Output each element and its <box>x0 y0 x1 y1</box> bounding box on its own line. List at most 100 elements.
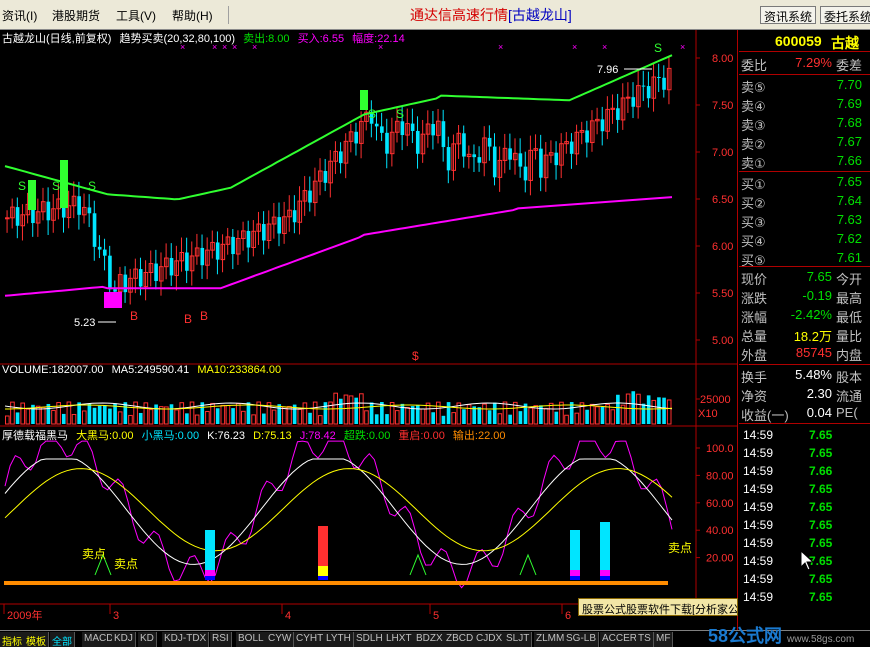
quote-divider <box>739 74 870 75</box>
tab-boll[interactable]: BOLL <box>236 632 267 647</box>
sell-signal: S <box>368 107 376 121</box>
quote-ratio-value: 7.29% <box>795 55 832 70</box>
tab-zlmm[interactable]: ZLMM <box>534 632 568 647</box>
tick-row: 14:59 7.65 <box>739 444 870 462</box>
tick-price: 7.65 <box>809 446 833 460</box>
volume-bar-up <box>51 409 56 425</box>
app-title: 通达信高速行情[古越龙山] <box>410 5 572 25</box>
menu-item-news[interactable]: 资讯(I) <box>2 7 37 24</box>
tick-price: 7.65 <box>809 500 833 514</box>
candle-down <box>308 190 312 203</box>
promo-banner[interactable]: 股票公式股票软件下载[分析家公式网www.88gs.com] <box>578 598 738 616</box>
tab-全部[interactable]: 全部 <box>50 632 75 647</box>
tab-lhxt[interactable]: LHXT <box>384 632 415 647</box>
bid-row-label: 买③ <box>741 215 766 230</box>
candle-down <box>641 85 646 87</box>
tab-zbcd[interactable]: ZBCD <box>444 632 477 647</box>
volume-bar-down <box>87 403 92 424</box>
menu-item-help[interactable]: 帮助(H) <box>172 7 213 24</box>
tick-time: 14:59 <box>743 464 774 478</box>
candle-down <box>410 123 415 131</box>
tab-bdzx[interactable]: BDZX <box>414 632 446 647</box>
trade-system-button[interactable]: 委托系统 <box>820 6 870 24</box>
tick-price: 7.65 <box>809 518 833 532</box>
tab-cyw[interactable]: CYW <box>266 632 295 647</box>
bid-row: 买① 7.65 <box>739 173 870 192</box>
volume-bar-down <box>554 411 559 424</box>
tab-kd[interactable]: KD <box>138 632 157 647</box>
volume-bar-down <box>508 414 512 424</box>
tick-time: 14:59 <box>743 572 774 586</box>
ask-row: 卖③ 7.68 <box>739 114 870 133</box>
tab-cyht[interactable]: CYHT <box>294 632 327 647</box>
candle-down <box>169 258 174 276</box>
stat2-row-label: 换手 <box>741 370 768 385</box>
chart-area[interactable]: 古越龙山(日线,前复权) 趋势买卖(20,32,80,100) 卖出:8.00 … <box>0 30 738 630</box>
tab-sljt[interactable]: SLJT <box>504 632 533 647</box>
cross-signal-mark <box>519 553 537 576</box>
tab-sg-lb[interactable]: SG-LB <box>564 632 600 647</box>
quote-divider <box>739 51 870 52</box>
volume-bar-up <box>220 404 226 425</box>
volume-bar-down <box>446 402 451 424</box>
bid-row-value: 7.61 <box>836 250 862 265</box>
candle-down <box>108 255 112 290</box>
x-axis-label: 2009年 <box>7 608 42 622</box>
candle-down <box>492 146 497 178</box>
tab-指标[interactable]: 指标 <box>0 632 25 647</box>
app-title-text: 通达信高速行情 <box>410 7 508 23</box>
volume-bar-up <box>589 403 595 425</box>
menu-item-tools[interactable]: 工具(V) <box>116 7 156 24</box>
candle-down <box>539 148 543 178</box>
watermark-logo: 58公式网 www.58gs.com <box>708 622 854 647</box>
big-horse-bar <box>318 566 328 576</box>
price-tick-label: 5.00 <box>712 335 733 347</box>
candle-down <box>323 171 328 183</box>
stat2-row-extra: 流通 <box>836 389 863 404</box>
ask-row-label: 卖④ <box>741 99 766 114</box>
volume-bar-down <box>231 408 235 424</box>
buy-signal: B <box>200 309 208 323</box>
stat2-row-extra: 股本 <box>836 370 863 385</box>
tab-模板[interactable]: 模板 <box>24 632 49 647</box>
ask-row-value: 7.66 <box>836 153 862 168</box>
stat-row-extra: 最低 <box>836 310 863 325</box>
bid-row: 买② 7.64 <box>739 192 870 211</box>
tab-kdj-tdx[interactable]: KDJ-TDX <box>162 632 210 647</box>
news-system-button[interactable]: 资讯系统 <box>760 6 817 24</box>
candle-down <box>657 76 661 78</box>
price-tick-label: 7.50 <box>712 100 733 112</box>
tick-time: 14:59 <box>743 536 774 550</box>
volume-bar-up <box>143 402 149 425</box>
stat-row-label: 现价 <box>741 272 768 287</box>
tab-accer[interactable]: ACCER <box>600 632 641 647</box>
stat-row-extra: 量比 <box>836 329 863 344</box>
top-cross-marker: × <box>378 42 383 52</box>
candle-down <box>200 247 205 266</box>
ask-row-label: 卖① <box>741 156 766 171</box>
tab-lyth[interactable]: LYTH <box>324 632 354 647</box>
menu-item-hk-futures[interactable]: 港股期货 <box>52 7 100 24</box>
tab-sdlh[interactable]: SDLH <box>354 632 386 647</box>
app-window: 资讯(I) 港股期货 工具(V) 帮助(H) 通达信高速行情[古越龙山] 资讯系… <box>0 0 870 647</box>
candle-down <box>231 236 235 255</box>
volume-bar-down <box>277 404 282 424</box>
volume-bar-down <box>385 414 389 424</box>
tab-kdj[interactable]: KDJ <box>112 632 136 647</box>
buy-signal: B <box>130 309 138 323</box>
bid-row-value: 7.63 <box>836 212 862 227</box>
candle-down <box>415 130 420 154</box>
candle-down <box>400 121 405 136</box>
chart-canvas[interactable]: 8.00 7.50 7.00 6.50 6.00 5.50 5.00 7.96 5.23 S S S S… <box>0 30 738 630</box>
candle-down <box>354 131 359 144</box>
volume-bar-down <box>185 413 189 424</box>
volume-bar-up <box>225 405 231 425</box>
candle-down <box>462 133 466 157</box>
tab-rsi[interactable]: RSI <box>210 632 232 647</box>
tab-ts[interactable]: TS <box>636 632 654 647</box>
volume-bar-up <box>71 413 77 425</box>
stat-row-label: 涨跌 <box>741 291 768 306</box>
tab-mf[interactable]: MF <box>654 632 674 647</box>
tab-cjdx[interactable]: CJDX <box>474 632 506 647</box>
ask-row: 卖⑤ 7.70 <box>739 76 870 95</box>
